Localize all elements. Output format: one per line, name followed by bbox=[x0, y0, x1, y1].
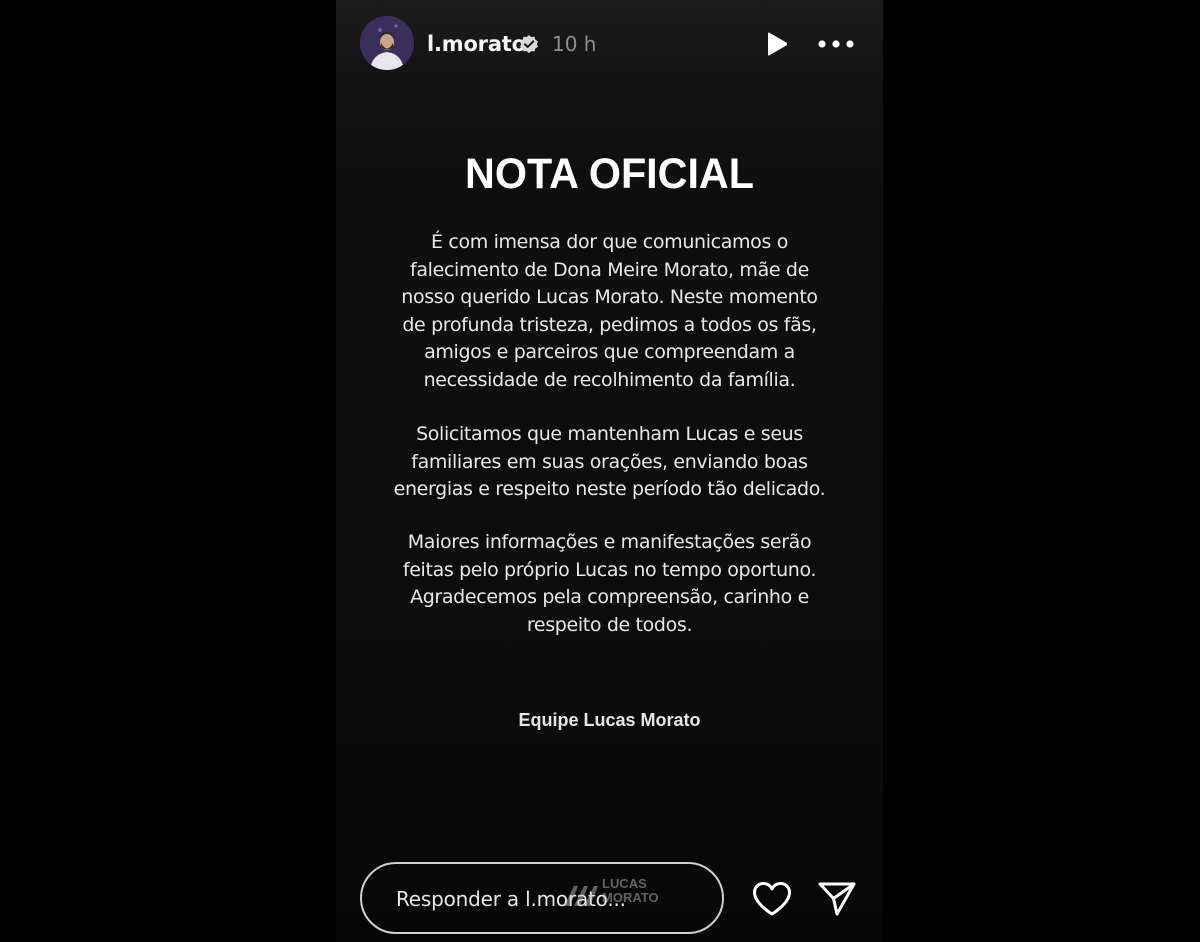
screen: l.morato 10 h NOTA OFICIAL É com imensa … bbox=[0, 0, 1200, 942]
play-icon[interactable] bbox=[762, 30, 790, 58]
username[interactable]: l.morato bbox=[427, 30, 526, 58]
story-paragraph-3: Maiores informações e manifestações serã… bbox=[402, 531, 817, 636]
heart-icon[interactable] bbox=[751, 880, 793, 918]
watermark-logo: LUCAS MORATO bbox=[562, 874, 682, 914]
story-header: l.morato 10 h bbox=[336, 0, 883, 90]
more-options-icon[interactable] bbox=[816, 32, 856, 56]
verified-badge-icon bbox=[520, 35, 538, 54]
story-signature: Equipe Lucas Morato bbox=[518, 710, 701, 730]
story-paragraph-1: É com imensa dor que comunicamos o falec… bbox=[401, 231, 818, 391]
send-icon[interactable] bbox=[817, 880, 857, 918]
watermark-text: LUCAS MORATO bbox=[602, 876, 659, 905]
story-paragraph-2: Solicitamos que mantenham Lucas e seus f… bbox=[393, 423, 826, 500]
watermark-mark-icon bbox=[564, 886, 598, 906]
story-viewer[interactable]: l.morato 10 h NOTA OFICIAL É com imensa … bbox=[336, 0, 883, 942]
post-time: 10 h bbox=[552, 32, 597, 56]
story-title: NOTA OFICIAL bbox=[465, 150, 754, 198]
profile-avatar[interactable] bbox=[360, 16, 414, 70]
avatar-image bbox=[360, 16, 414, 70]
